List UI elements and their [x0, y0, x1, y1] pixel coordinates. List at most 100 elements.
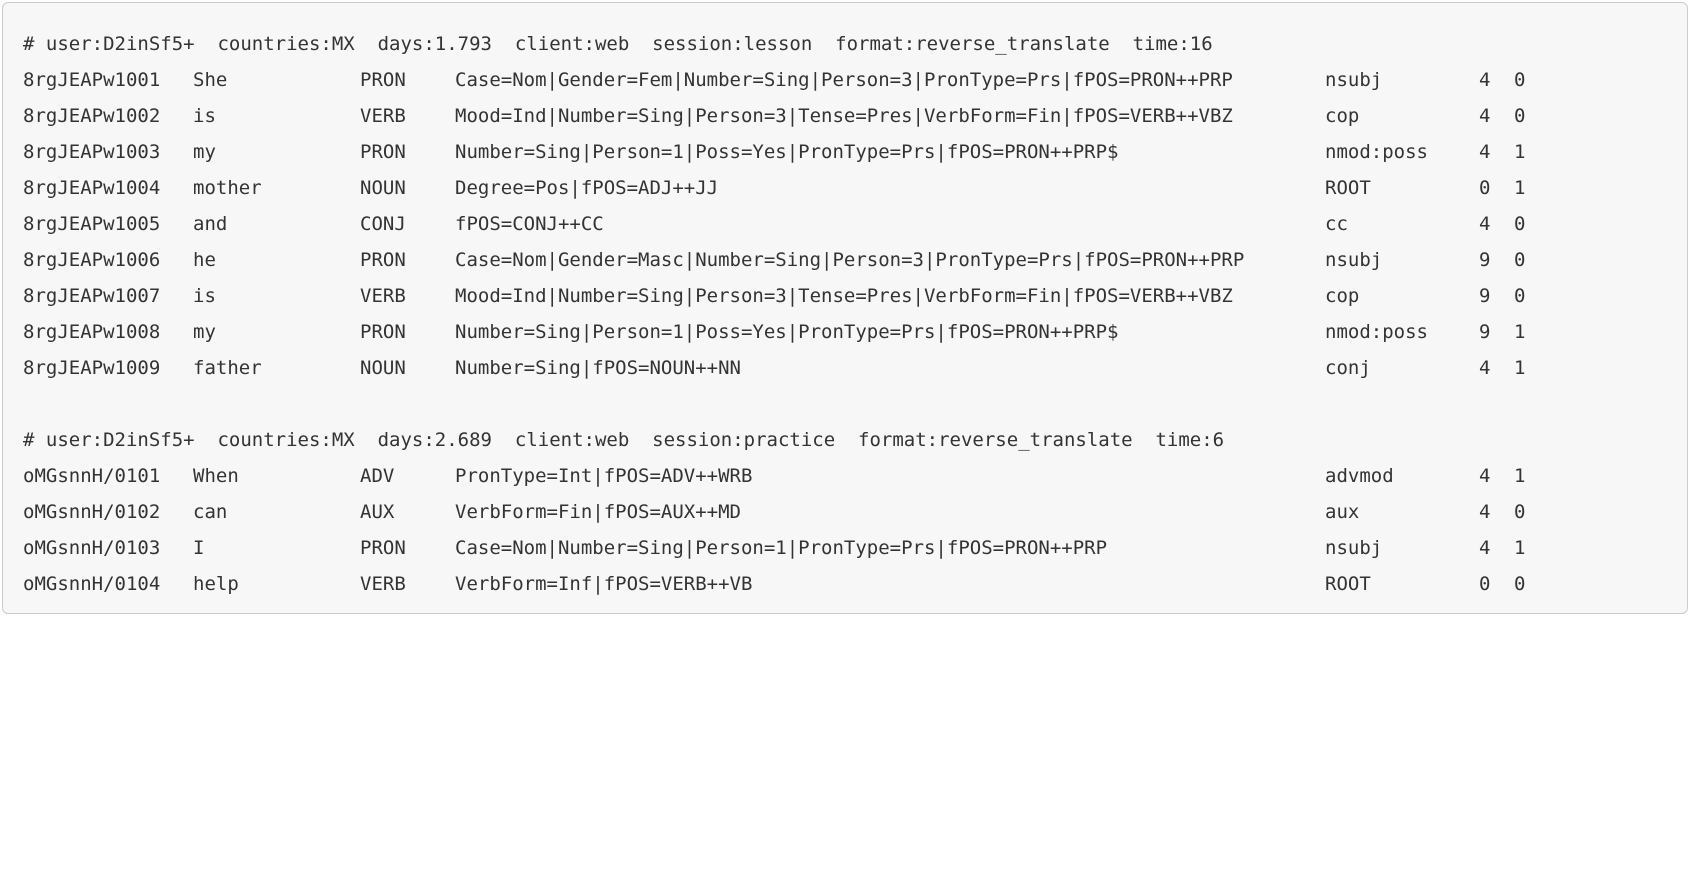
token-dependency: cop	[1325, 285, 1360, 307]
token-row: 8rgJEAPw1004 mother NOUN Degree=Pos|fPOS…	[3, 170, 1687, 206]
token-dependency: cop	[1325, 105, 1360, 127]
token-label: 0	[1514, 285, 1526, 307]
token-label: 0	[1514, 105, 1526, 127]
token-row: oMGsnnH/0101 When ADV PronType=Int|fPOS=…	[3, 458, 1687, 494]
token-dependency: nmod:poss	[1325, 321, 1428, 343]
token-head: 4	[1479, 357, 1491, 379]
token-head: 4	[1479, 141, 1491, 163]
token-label: 0	[1514, 249, 1526, 271]
sentence-block: # user:D2inSf5+ countries:MX days:2.689 …	[3, 422, 1687, 602]
token-features: Mood=Ind|Number=Sing|Person=3|Tense=Pres…	[455, 285, 1233, 307]
token-pos: PRON	[360, 141, 406, 163]
token-dependency: advmod	[1325, 465, 1394, 487]
token-label: 0	[1514, 573, 1526, 595]
token-dependency: ROOT	[1325, 573, 1371, 595]
token-pos: PRON	[360, 69, 406, 91]
block-header-line: # user:D2inSf5+ countries:MX days:1.793 …	[3, 26, 1687, 62]
token-row: 8rgJEAPw1003 my PRON Number=Sing|Person=…	[3, 134, 1687, 170]
token-features: fPOS=CONJ++CC	[455, 213, 604, 235]
token-label: 1	[1514, 537, 1526, 559]
token-dependency: nsubj	[1325, 69, 1383, 91]
token-row: 8rgJEAPw1006 he PRON Case=Nom|Gender=Mas…	[3, 242, 1687, 278]
token-id: 8rgJEAPw1001	[23, 69, 161, 91]
token-row: 8rgJEAPw1009 father NOUN Number=Sing|fPO…	[3, 350, 1687, 386]
token-pos: PRON	[360, 537, 406, 559]
token-dependency: cc	[1325, 213, 1348, 235]
sentence-block: # user:D2inSf5+ countries:MX days:1.793 …	[3, 26, 1687, 386]
token-text: mother	[193, 177, 262, 199]
token-id: 8rgJEAPw1009	[23, 357, 161, 379]
token-id: oMGsnnH/0101	[23, 465, 161, 487]
token-head: 4	[1479, 501, 1491, 523]
token-features: Case=Nom|Gender=Fem|Number=Sing|Person=3…	[455, 69, 1233, 91]
token-id: 8rgJEAPw1004	[23, 177, 161, 199]
token-pos: NOUN	[360, 177, 406, 199]
token-text: is	[193, 105, 216, 127]
token-features: Degree=Pos|fPOS=ADJ++JJ	[455, 177, 719, 199]
token-label: 1	[1514, 177, 1526, 199]
token-row: 8rgJEAPw1002 is VERB Mood=Ind|Number=Sin…	[3, 98, 1687, 134]
token-text: my	[193, 141, 216, 163]
token-label: 0	[1514, 69, 1526, 91]
token-pos: ADV	[360, 465, 395, 487]
token-head: 4	[1479, 213, 1491, 235]
token-features: VerbForm=Inf|fPOS=VERB++VB	[455, 573, 753, 595]
token-row: 8rgJEAPw1001 She PRON Case=Nom|Gender=Fe…	[3, 62, 1687, 98]
token-text: When	[193, 465, 239, 487]
token-pos: VERB	[360, 573, 406, 595]
token-id: 8rgJEAPw1006	[23, 249, 161, 271]
token-id: oMGsnnH/0103	[23, 537, 161, 559]
token-features: Case=Nom|Gender=Masc|Number=Sing|Person=…	[455, 249, 1245, 271]
token-head: 0	[1479, 573, 1491, 595]
token-text: can	[193, 501, 228, 523]
token-pos: AUX	[360, 501, 395, 523]
token-text: help	[193, 573, 239, 595]
token-label: 1	[1514, 465, 1526, 487]
token-text: he	[193, 249, 216, 271]
token-id: 8rgJEAPw1007	[23, 285, 161, 307]
token-head: 9	[1479, 285, 1491, 307]
token-features: Number=Sing|Person=1|Poss=Yes|PronType=P…	[455, 141, 1119, 163]
token-text: She	[193, 69, 228, 91]
token-label: 0	[1514, 501, 1526, 523]
token-id: oMGsnnH/0104	[23, 573, 161, 595]
token-row: oMGsnnH/0104 help VERB VerbForm=Inf|fPOS…	[3, 566, 1687, 602]
token-dependency: nsubj	[1325, 249, 1383, 271]
token-head: 9	[1479, 321, 1491, 343]
token-head: 4	[1479, 537, 1491, 559]
token-text: father	[193, 357, 262, 379]
token-id: 8rgJEAPw1002	[23, 105, 161, 127]
token-features: Case=Nom|Number=Sing|Person=1|PronType=P…	[455, 537, 1108, 559]
token-pos: VERB	[360, 105, 406, 127]
token-features: Mood=Ind|Number=Sing|Person=3|Tense=Pres…	[455, 105, 1233, 127]
token-head: 9	[1479, 249, 1491, 271]
token-id: 8rgJEAPw1003	[23, 141, 161, 163]
token-head: 4	[1479, 465, 1491, 487]
token-head: 4	[1479, 69, 1491, 91]
token-dependency: conj	[1325, 357, 1371, 379]
token-id: 8rgJEAPw1008	[23, 321, 161, 343]
block-header: # user:D2inSf5+ countries:MX days:2.689 …	[23, 429, 1225, 451]
token-label: 1	[1514, 141, 1526, 163]
token-features: PronType=Int|fPOS=ADV++WRB	[455, 465, 753, 487]
token-dependency: ROOT	[1325, 177, 1371, 199]
token-row: oMGsnnH/0102 can AUX VerbForm=Fin|fPOS=A…	[3, 494, 1687, 530]
token-row: 8rgJEAPw1005 and CONJ fPOS=CONJ++CC cc 4…	[3, 206, 1687, 242]
token-text: is	[193, 285, 216, 307]
token-id: oMGsnnH/0102	[23, 501, 161, 523]
token-features: Number=Sing|Person=1|Poss=Yes|PronType=P…	[455, 321, 1119, 343]
token-dependency: nmod:poss	[1325, 141, 1428, 163]
token-dependency: aux	[1325, 501, 1360, 523]
token-head: 0	[1479, 177, 1491, 199]
token-pos: VERB	[360, 285, 406, 307]
block-header: # user:D2inSf5+ countries:MX days:1.793 …	[23, 33, 1213, 55]
token-row: 8rgJEAPw1007 is VERB Mood=Ind|Number=Sin…	[3, 278, 1687, 314]
token-label: 0	[1514, 213, 1526, 235]
token-row: 8rgJEAPw1008 my PRON Number=Sing|Person=…	[3, 314, 1687, 350]
code-block: # user:D2inSf5+ countries:MX days:1.793 …	[2, 2, 1688, 614]
token-dependency: nsubj	[1325, 537, 1383, 559]
token-row: oMGsnnH/0103 I PRON Case=Nom|Number=Sing…	[3, 530, 1687, 566]
token-pos: NOUN	[360, 357, 406, 379]
token-text: and	[193, 213, 228, 235]
token-text: my	[193, 321, 216, 343]
